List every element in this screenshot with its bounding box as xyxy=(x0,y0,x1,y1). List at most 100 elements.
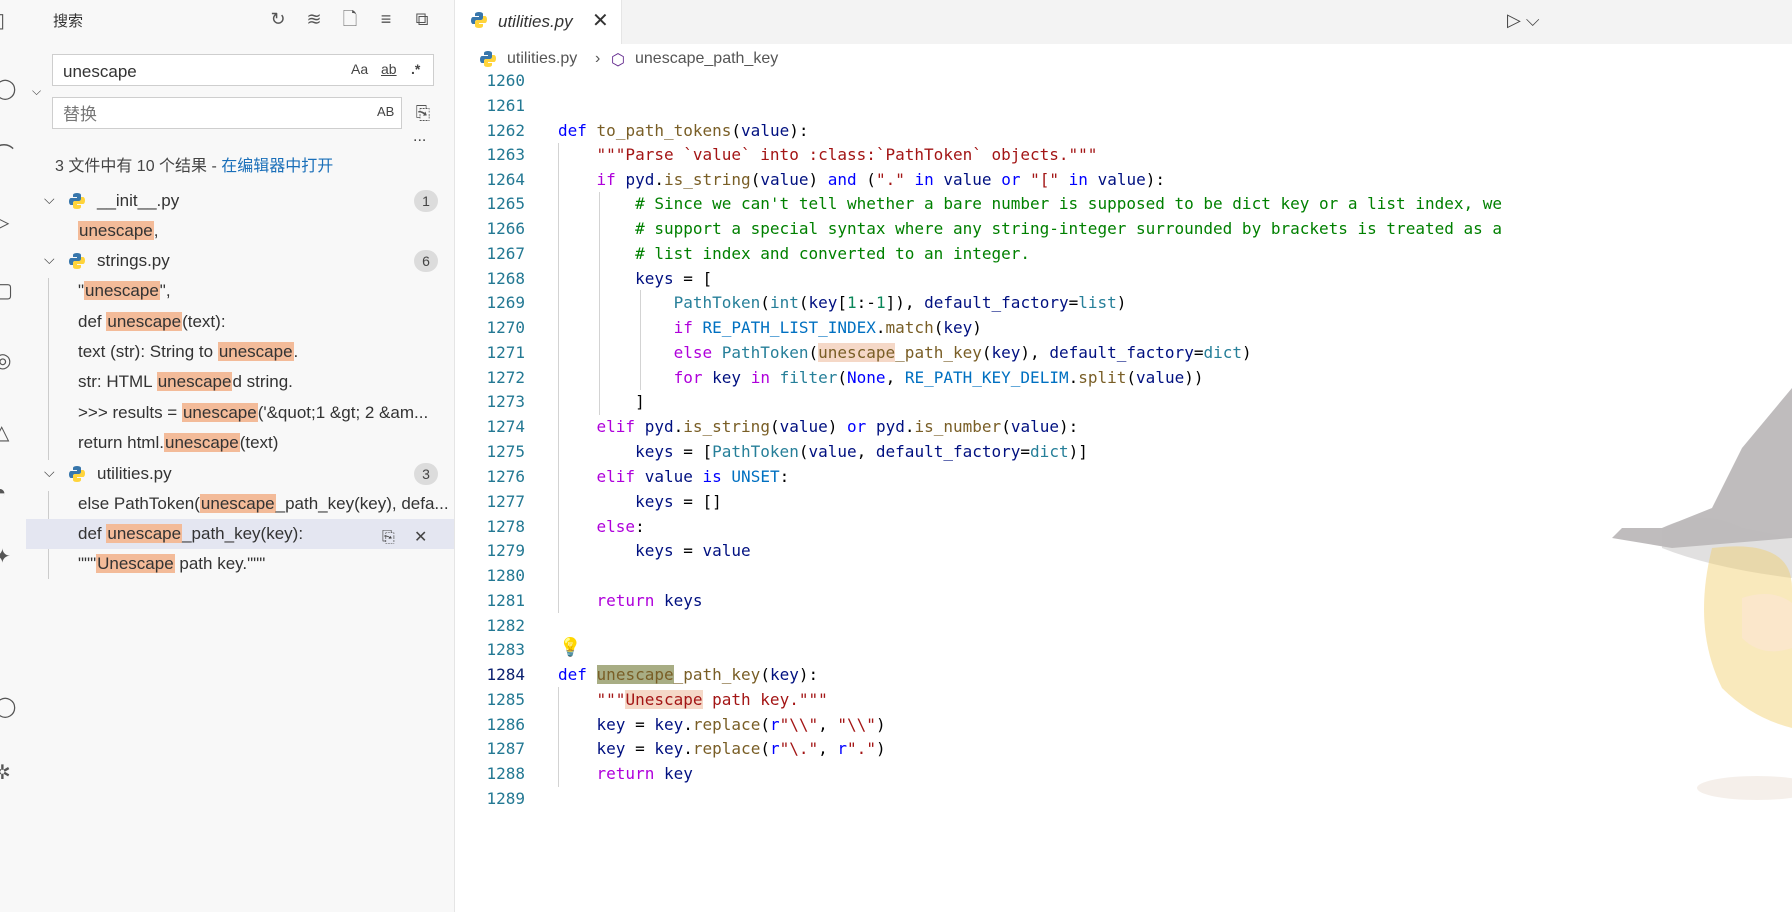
match-count-badge: 3 xyxy=(414,463,438,485)
match-line-selected[interactable]: def unescape_path_key(key): ⎘ ✕ xyxy=(26,519,454,549)
settings-gear-icon[interactable]: ✲ xyxy=(0,763,12,783)
remote-icon[interactable]: △ xyxy=(0,423,12,443)
line-number: 1261 xyxy=(486,96,525,115)
python-file-icon xyxy=(69,253,85,269)
search-field: Aa ab .* xyxy=(52,54,434,86)
python-file-icon xyxy=(69,193,85,209)
match-line[interactable]: str: HTML unescaped string. xyxy=(78,367,454,397)
close-icon[interactable]: ✕ xyxy=(592,8,609,33)
line-number: 1277 xyxy=(486,492,525,511)
code-line: def unescape_path_key(key): xyxy=(558,665,819,684)
line-number: 1264 xyxy=(486,170,525,189)
code-line: """Unescape path key.""" xyxy=(596,690,828,709)
summary-text: 3 文件中有 10 个结果 - xyxy=(55,158,222,175)
tab-utilities[interactable]: utilities.py ✕ xyxy=(455,0,622,44)
code-line: else: xyxy=(596,517,645,536)
python-file-icon xyxy=(471,12,487,28)
view-as-tree-icon[interactable]: ⧉ xyxy=(411,8,433,30)
match-case-toggle[interactable]: Aa xyxy=(351,61,368,77)
search-icon[interactable]: ◯ xyxy=(0,79,16,99)
match-line[interactable]: else PathToken(unescape_path_key(key), d… xyxy=(78,489,454,519)
result-file-init[interactable]: ⌵ __init__.py 1 xyxy=(26,186,454,216)
line-number: 1274 xyxy=(486,417,525,436)
match-count-badge: 6 xyxy=(414,250,438,272)
source-control-icon[interactable]: ⌒ xyxy=(0,145,14,165)
match-line[interactable]: """Unescape path key.""" xyxy=(78,549,454,579)
copilot-icon[interactable]: ✦ xyxy=(0,547,12,567)
extensions-icon[interactable]: ▢ xyxy=(0,281,13,301)
line-number: 1262 xyxy=(486,121,525,140)
chevron-down-icon[interactable]: ⌵ xyxy=(44,251,55,268)
line-number: 1272 xyxy=(486,368,525,387)
search-input[interactable] xyxy=(61,60,345,84)
line-number: 1285 xyxy=(486,690,525,709)
dismiss-icon[interactable]: ✕ xyxy=(414,523,427,549)
lightbulb-icon[interactable]: 💡 xyxy=(559,637,581,658)
open-in-editor-link[interactable]: 在编辑器中打开 xyxy=(221,158,333,175)
code-line: if pyd.is_string(value) and ("." in valu… xyxy=(596,170,1165,189)
toggle-replace-chevron-icon[interactable]: ⌵ xyxy=(32,84,41,99)
account-icon[interactable]: ◯ xyxy=(0,697,16,717)
preserve-case-toggle[interactable]: AB xyxy=(377,104,394,119)
code-line: elif value is UNSET: xyxy=(596,467,790,486)
result-file-strings[interactable]: ⌵ strings.py 6 xyxy=(26,246,454,276)
file-name: strings.py xyxy=(97,251,170,270)
line-number: 1271 xyxy=(486,343,525,362)
refresh-icon[interactable]: ↻ xyxy=(267,8,289,30)
match-line[interactable]: def unescape(text): xyxy=(78,307,454,337)
more-options-icon[interactable]: ... xyxy=(413,128,426,146)
git-graph-icon[interactable]: ◔ xyxy=(0,483,12,503)
line-number: 1273 xyxy=(486,392,525,411)
line-number: 1282 xyxy=(486,616,525,635)
editor-area: utilities.py ✕ ▷ ⌵ utilities.py › ⬡ unes… xyxy=(455,0,1792,912)
replace-all-icon[interactable]: ⎘ xyxy=(412,102,434,124)
match-line[interactable]: unescape, xyxy=(78,216,454,246)
line-number: 1288 xyxy=(486,764,525,783)
testing-icon[interactable]: ◎ xyxy=(0,351,12,371)
explorer-icon[interactable]: ▯ xyxy=(0,11,12,31)
line-number-current: 1284 xyxy=(486,665,525,684)
collapse-all-icon[interactable]: ≡ xyxy=(375,8,397,30)
run-debug-icon[interactable]: ▷ xyxy=(0,213,12,233)
code-line: key = key.replace(r"\\", "\\") xyxy=(596,715,886,734)
result-file-utilities[interactable]: ⌵ utilities.py 3 xyxy=(26,459,454,489)
code-line: # support a special syntax where any str… xyxy=(635,219,1503,238)
search-sidebar: 搜索 ↻ ≋ 🗋 ≡ ⧉ ⌵ Aa ab .* AB ⎘ ... 3 文件中有 … xyxy=(26,0,455,912)
clear-results-icon[interactable]: ≋ xyxy=(303,8,325,30)
line-number: 1280 xyxy=(486,566,525,585)
breadcrumb-symbol[interactable]: unescape_path_key xyxy=(635,50,778,68)
results-summary: 3 文件中有 10 个结果 - 在编辑器中打开 xyxy=(55,152,333,176)
match-line[interactable]: "unescape", xyxy=(78,276,454,306)
symbol-method-icon: ⬡ xyxy=(611,52,625,69)
code-line: key = key.replace(r"\.", r".") xyxy=(596,739,886,758)
line-number: 1281 xyxy=(486,591,525,610)
line-number: 1275 xyxy=(486,442,525,461)
line-number: 1269 xyxy=(486,293,525,312)
match-line[interactable]: text (str): String to unescape. xyxy=(78,337,454,367)
regex-toggle[interactable]: .* xyxy=(411,61,420,77)
new-search-editor-icon[interactable]: 🗋 xyxy=(339,8,361,30)
breadcrumb-file[interactable]: utilities.py xyxy=(507,50,577,68)
line-number: 1268 xyxy=(486,269,525,288)
replace-input[interactable] xyxy=(61,103,345,127)
line-number: 1263 xyxy=(486,145,525,164)
match-line[interactable]: return html.unescape(text) xyxy=(78,428,454,458)
run-icon[interactable]: ▷ ⌵ xyxy=(1507,10,1540,31)
code-line: def to_path_tokens(value): xyxy=(558,121,809,140)
code-line: """Parse `value` into :class:`PathToken`… xyxy=(596,145,1098,164)
chevron-down-icon[interactable]: ⌵ xyxy=(44,464,55,481)
match-whole-word-toggle[interactable]: ab xyxy=(381,61,397,77)
match-line[interactable]: >>> results = unescape('&quot;1 &gt; 2 &… xyxy=(78,398,454,428)
line-number: 1267 xyxy=(486,244,525,263)
code-line: for key in filter(None, RE_PATH_KEY_DELI… xyxy=(673,368,1204,387)
line-number: 1266 xyxy=(486,219,525,238)
replace-icon[interactable]: ⎘ xyxy=(382,523,395,549)
chevron-right-icon: › xyxy=(595,50,601,67)
code-line: ] xyxy=(558,392,645,411)
code-line: return keys xyxy=(596,591,703,610)
activity-bar: ▯ ◯ ⌒ ▷ ▢ ◎ △ ◔ ✦ ◯ ✲ xyxy=(0,0,27,912)
line-number: 1276 xyxy=(486,467,525,486)
code-line: else PathToken(unescape_path_key(key), d… xyxy=(673,343,1252,362)
chevron-down-icon[interactable]: ⌵ xyxy=(44,191,55,208)
line-number: 1279 xyxy=(486,541,525,560)
